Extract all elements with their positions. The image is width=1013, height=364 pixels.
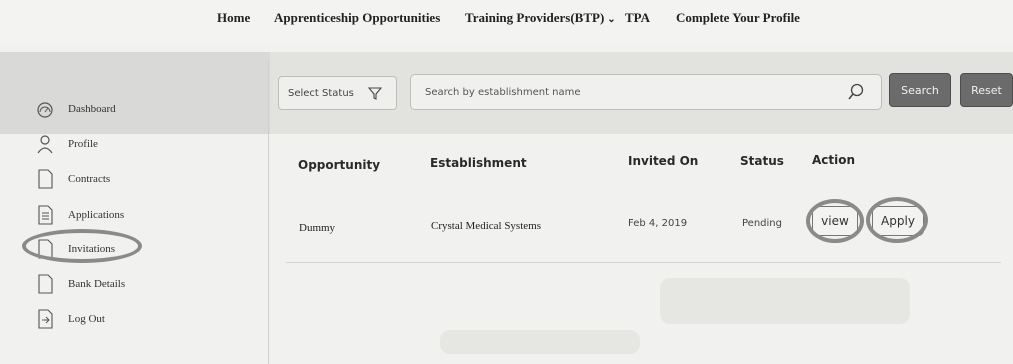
- logout-icon: [38, 309, 53, 329]
- cell-opportunity: Dummy: [299, 222, 336, 234]
- sidebar-item-label: Bank Details: [68, 278, 126, 290]
- search-icon[interactable]: [847, 83, 865, 101]
- sidebar-item-label: Applications: [68, 209, 125, 221]
- nav-training-providers-label: Training Providers(BTP): [465, 10, 605, 25]
- status-select-label: Select Status: [288, 87, 354, 99]
- invitations-highlight-ring: [22, 229, 142, 263]
- table-row-divider: [286, 262, 1001, 263]
- sidebar-item-label: Contracts: [68, 173, 111, 185]
- sidebar-item-applications[interactable]: Applications: [36, 202, 124, 228]
- apply-highlight-ring: [866, 197, 928, 243]
- faded-background-panel: [660, 278, 910, 324]
- document-lines-icon: [38, 205, 53, 225]
- status-select[interactable]: Select Status: [278, 76, 397, 110]
- sidebar-item-label: Dashboard: [68, 103, 116, 115]
- nav-training-providers[interactable]: Training Providers(BTP) ⌄: [465, 10, 616, 26]
- filter-icon: [367, 87, 382, 100]
- nav-apprenticeship-opportunities[interactable]: Apprenticeship Opportunities: [274, 10, 440, 26]
- document-icon: [38, 274, 53, 294]
- sidebar-item-contracts[interactable]: Contracts: [36, 166, 110, 192]
- sidebar-item-label: Log Out: [68, 313, 105, 325]
- sidebar-item-profile[interactable]: Profile: [36, 131, 98, 157]
- dashboard-gauge-icon: [37, 102, 53, 118]
- search-input[interactable]: [425, 86, 825, 98]
- search-box: [410, 74, 882, 110]
- search-button[interactable]: Search: [889, 73, 951, 107]
- sidebar-divider: [268, 62, 269, 364]
- sidebar-item-log-out[interactable]: Log Out: [36, 306, 105, 332]
- chevron-down-icon: ⌄: [607, 14, 616, 25]
- faded-background-panel: [440, 330, 640, 354]
- reset-button[interactable]: Reset: [960, 73, 1013, 107]
- cell-status: Pending: [742, 218, 782, 229]
- top-navigation: Home Apprenticeship Opportunities Traini…: [0, 0, 1013, 44]
- nav-tpa[interactable]: TPA: [625, 10, 650, 26]
- header-invited-on: Invited On: [628, 154, 699, 168]
- user-icon: [37, 135, 53, 154]
- sidebar-item-dashboard[interactable]: Dashboard: [36, 96, 116, 122]
- sidebar-item-bank-details[interactable]: Bank Details: [36, 271, 125, 297]
- header-status: Status: [740, 154, 784, 168]
- header-action: Action: [812, 153, 856, 167]
- view-highlight-ring: [806, 199, 864, 243]
- document-icon: [38, 169, 53, 189]
- cell-establishment: Crystal Medical Systems: [431, 220, 541, 232]
- header-establishment: Establishment: [430, 156, 527, 170]
- nav-home[interactable]: Home: [217, 10, 250, 26]
- sidebar-item-label: Profile: [68, 138, 98, 150]
- nav-complete-profile[interactable]: Complete Your Profile: [676, 10, 800, 26]
- header-opportunity: Opportunity: [298, 158, 381, 172]
- cell-invited-on: Feb 4, 2019: [628, 218, 688, 229]
